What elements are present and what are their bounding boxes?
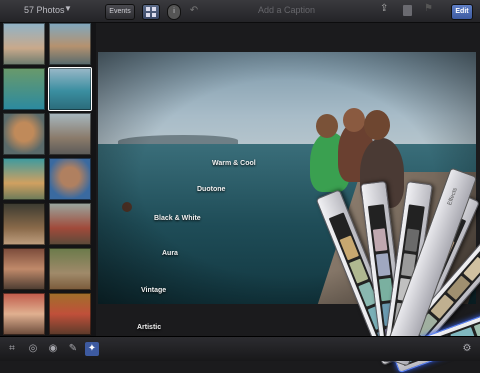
effects-icon[interactable]: ✦ [85,342,99,356]
redeye-icon[interactable]: ◉ [46,342,60,356]
photo-thumbnail[interactable] [3,68,45,110]
effect-label-artistic[interactable]: Artistic [137,324,161,331]
album-title[interactable]: 57 Photos [24,5,65,15]
photo-thumbnail[interactable] [3,113,45,155]
edit-button[interactable]: Edit [451,4,473,20]
photo-thumbnail[interactable] [3,158,45,200]
photo-thumbnail[interactable] [49,203,91,245]
effect-label-aura[interactable]: Aura [162,250,178,257]
photo-thumbnail[interactable] [3,248,45,290]
chevron-down-icon[interactable]: ▼ [64,4,72,13]
trash-icon[interactable] [403,5,412,16]
photo-thumbnail[interactable] [49,23,91,65]
effects-fan-title: Effects [447,187,459,207]
effect-label-warm-cool[interactable]: Warm & Cool [212,160,256,167]
effect-label-black-white[interactable]: Black & White [154,215,201,222]
top-toolbar: 57 Photos ▼ Events i ↶ Add a Caption ⇪ ⚑… [0,0,480,23]
photo-thumbnail[interactable] [49,158,91,200]
enhance-icon[interactable]: ◎ [26,342,40,356]
events-button[interactable]: Events [105,4,135,20]
bottom-toolbar: ⌗ ◎ ◉ ✎ ✦ ⚙ [0,336,480,361]
gear-icon[interactable]: ⚙ [460,342,474,356]
photo-thumbnail[interactable] [49,248,91,290]
effect-label-duotone[interactable]: Duotone [197,186,225,193]
caption-input[interactable]: Add a Caption [258,5,315,15]
effect-label-vintage[interactable]: Vintage [141,287,166,294]
flag-icon[interactable]: ⚑ [424,3,436,17]
photo-thumbnail[interactable] [3,293,45,335]
photo-thumbnail[interactable] [49,68,91,110]
grid-icon[interactable] [142,4,160,20]
undo-icon[interactable]: ↶ [188,4,200,18]
thumbnail-sidebar[interactable] [0,23,96,336]
photo-thumbnail[interactable] [3,203,45,245]
share-icon[interactable]: ⇪ [380,3,394,17]
crop-icon[interactable]: ⌗ [5,342,19,356]
photo-thumbnail[interactable] [3,23,45,65]
brush-icon[interactable]: ✎ [66,342,80,356]
photo-thumbnail[interactable] [49,293,91,335]
photo-thumbnail[interactable] [49,113,91,155]
info-icon[interactable]: i [167,4,181,20]
